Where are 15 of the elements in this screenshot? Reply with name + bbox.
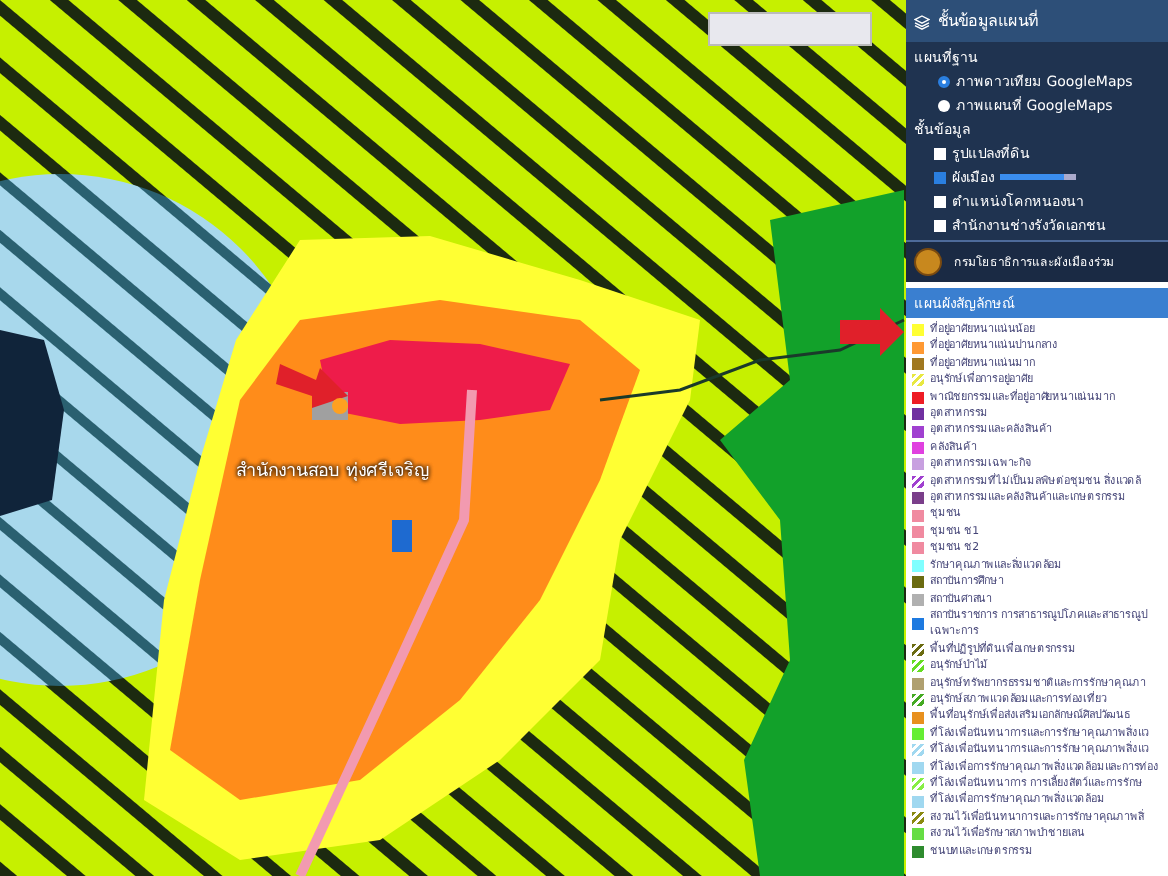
opacity-slider[interactable] (1000, 174, 1076, 180)
location-arrow-icon (276, 364, 348, 414)
basemap-radio[interactable] (938, 99, 950, 111)
layer-checkbox[interactable] (934, 147, 946, 159)
government-zone (392, 520, 412, 552)
map-place-label: สำนักงานสอบ ทุ่งศรีเจริญ (236, 459, 430, 484)
panel-title: ชั้นข้อมูลแผนที่ (938, 8, 1038, 34)
pointer-arrow-icon (840, 308, 904, 356)
basemap-radio[interactable] (938, 75, 950, 87)
agency-logo-icon (914, 248, 942, 276)
search-field[interactable] (708, 12, 872, 46)
layer-checkbox[interactable] (934, 195, 946, 207)
layer-checkbox[interactable] (934, 219, 946, 231)
layers-icon (914, 13, 930, 29)
layer-checkbox[interactable] (934, 171, 946, 183)
